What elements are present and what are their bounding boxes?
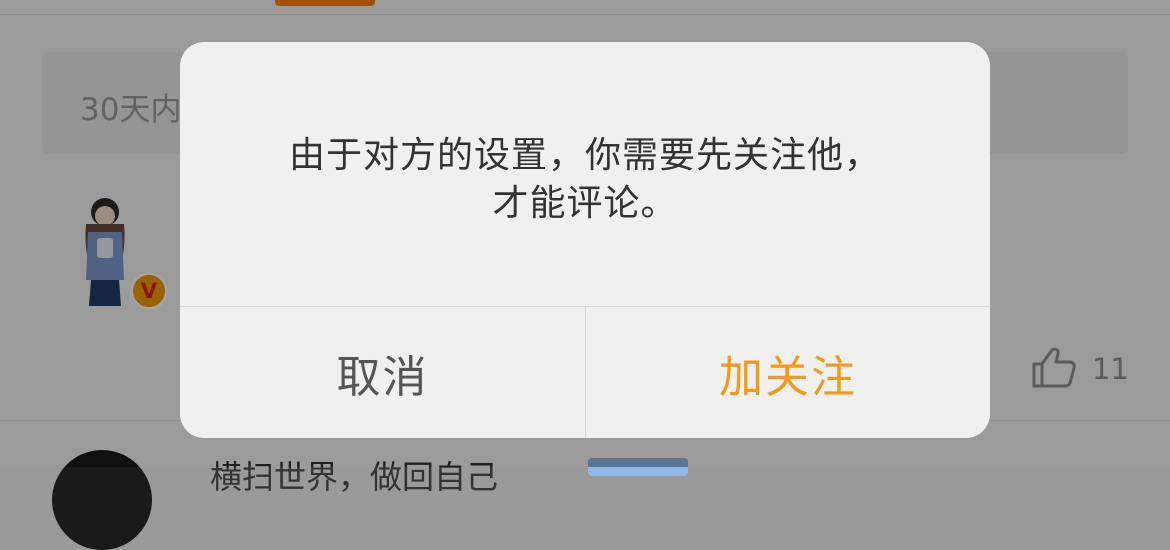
dialog-message: 由于对方的设置，你需要先关注他， 才能评论。 [288,135,881,224]
follow-required-dialog: 由于对方的设置，你需要先关注他， 才能评论。 取消 加关注 [180,42,990,438]
cancel-button[interactable]: 取消 [180,307,585,438]
follow-button[interactable]: 加关注 [586,307,990,438]
